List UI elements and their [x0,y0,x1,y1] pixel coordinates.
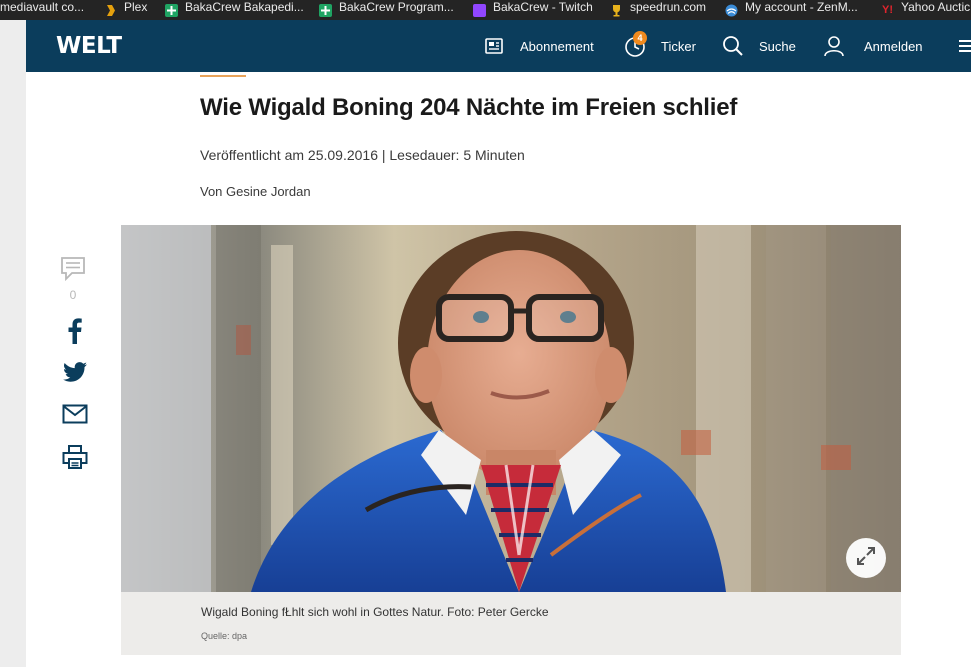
login-label: Anmelden [864,38,923,54]
bookmark-label: BakaCrew Bakapedi... [185,0,304,14]
bookmarks-bar: mediavault co... Plex BakaCrew Bakapedi.… [0,0,971,20]
bookmark-label: BakaCrew Program... [339,0,454,14]
search-icon [722,35,744,57]
nav-ticker[interactable]: 4 Ticker [624,20,696,72]
portrait-photo [121,225,901,592]
comment-count: 0 [69,288,77,302]
hamburger-menu-icon [959,38,971,54]
nav-subscription[interactable]: Abonnement [485,20,594,72]
trophy-icon [610,4,623,17]
share-facebook-button[interactable] [60,318,90,349]
kicker-accent-line [200,75,246,77]
photo-caption: Wigald Boning fŁhlt sich wohl in Gottes … [201,605,549,619]
expand-image-button[interactable] [846,538,886,578]
share-email-button[interactable] [60,404,90,429]
article: Wie Wigald Boning 204 Nächte im Freien s… [26,72,971,667]
twitter-icon [63,362,87,387]
facebook-icon [68,318,82,349]
bookmark-twitch[interactable]: BakaCrew - Twitch [473,0,593,20]
print-icon [62,444,88,475]
bookmark-yahoo[interactable]: Y! Yahoo Auctic [881,0,970,20]
expand-icon [856,546,876,571]
nav-login[interactable]: Anmelden [823,20,923,72]
comments-button[interactable] [60,256,86,287]
clock-icon: 4 [624,31,647,57]
green-plus-icon [319,3,332,17]
article-author[interactable]: Von Gesine Jordan [200,184,311,199]
welt-logo[interactable]: WELT [56,33,122,59]
mail-icon [62,404,88,429]
site-header: WELT Abonnement 4 Ticker Suche Anmelden [26,20,971,72]
photo-source: Quelle: dpa [201,631,248,641]
subscription-label: Abonnement [520,38,594,54]
article-title: Wie Wigald Boning 204 Nächte im Freien s… [200,94,738,121]
menu-button[interactable] [959,20,971,72]
print-button[interactable] [60,444,90,475]
bookmark-label: Yahoo Auctic [901,0,971,14]
share-twitter-button[interactable] [60,362,90,387]
yahoo-icon: Y! [882,3,893,16]
bookmark-speedrun[interactable]: speedrun.com [610,0,706,20]
green-plus-icon [165,3,178,17]
user-icon [823,35,845,57]
bookmark-zenmate[interactable]: My account - ZenM... [725,0,858,20]
newspaper-icon [485,38,505,54]
bookmark-mediavault[interactable]: mediavault co... [0,0,84,20]
bookmark-label: mediavault co... [0,0,85,14]
ticker-badge: 4 [633,31,647,45]
plex-icon [104,4,117,17]
bookmark-bakapedia[interactable]: BakaCrew Bakapedi... [165,0,304,20]
ticker-label: Ticker [661,38,696,54]
bookmark-bakacrew-program[interactable]: BakaCrew Program... [319,0,454,20]
twitch-icon [473,3,486,17]
bookmark-plex[interactable]: Plex [104,0,147,20]
zenmate-icon [725,4,738,17]
search-label: Suche [759,38,796,54]
bookmark-label: BakaCrew - Twitch [493,0,593,14]
article-meta: Veröffentlicht am 25.09.2016 | Lesedauer… [200,147,525,163]
article-photo[interactable] [121,225,901,592]
bookmark-label: My account - ZenM... [745,0,858,14]
nav-search[interactable]: Suche [722,20,796,72]
comment-icon [60,256,86,287]
bookmark-label: speedrun.com [630,0,707,14]
bookmark-label: Plex [124,0,148,14]
photo-caption-box: Wigald Boning fŁhlt sich wohl in Gottes … [121,592,901,655]
